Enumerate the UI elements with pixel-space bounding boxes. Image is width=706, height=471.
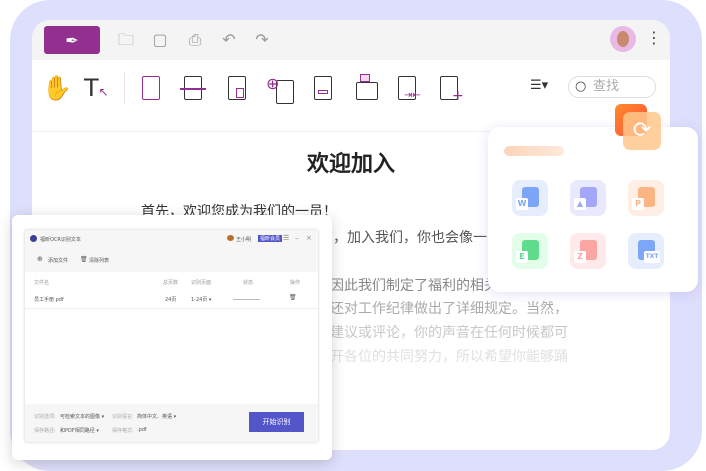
user-avatar[interactable]	[227, 235, 234, 241]
extract-page-icon[interactable]	[352, 74, 380, 104]
close-icon[interactable]: ×	[306, 234, 312, 242]
col-header: 操作	[290, 280, 301, 286]
word-icon[interactable]: W	[512, 180, 548, 216]
row-divider	[25, 308, 318, 309]
path-label: 保存路径:	[34, 428, 56, 434]
ocr-footer: 识别选项: 可检索文本的图像 ▾ 识别语言: 简体中文、英语 ▾ 保存路径: 和…	[25, 404, 318, 442]
search-input[interactable]: 查找	[568, 76, 656, 98]
format-value: .pdf	[137, 427, 147, 433]
convert-sync-icon[interactable]: ⟳	[623, 112, 661, 150]
option-label: 识别选项:	[34, 414, 56, 420]
save-icon[interactable]: ▢	[150, 30, 170, 50]
more-menu-icon[interactable]: ⋮	[646, 28, 662, 47]
txt-icon[interactable]: TXT	[628, 233, 664, 269]
app-logo[interactable]: ✒	[44, 26, 100, 54]
doc-line: ，加入我们，你也会像一	[333, 230, 487, 246]
add-page-icon[interactable]: +	[436, 74, 464, 104]
excel-icon[interactable]: E	[512, 233, 548, 269]
title-bar: ✒ 🗀 ▢ ⎙ ↶ ↷ ⋮	[32, 20, 670, 60]
col-header: 状态	[243, 280, 254, 286]
menu-icon[interactable]: ☰	[283, 234, 289, 242]
clipboard-page-icon[interactable]	[224, 74, 252, 104]
split-page-icon[interactable]	[180, 74, 208, 104]
minimize-icon[interactable]: –	[295, 234, 299, 242]
doc-line: 开各位的共同努力，所以希望你能够踊	[330, 349, 568, 365]
col-header: 识别页面	[191, 280, 212, 286]
redo-icon[interactable]: ↷	[252, 30, 272, 50]
col-header: 文件名	[34, 280, 50, 286]
print-icon[interactable]: ⎙	[185, 30, 205, 50]
ppt-icon[interactable]: P	[628, 180, 664, 216]
path-select[interactable]: 和PDF相同路径 ▾	[60, 427, 99, 434]
add-file-icon[interactable]: ⊕	[37, 255, 43, 263]
status-bar	[233, 299, 260, 300]
toolbar-divider	[124, 72, 125, 104]
clear-list-button[interactable]: 清除列表	[89, 257, 109, 264]
convert-panel: W ▲ P E Z TXT	[488, 127, 698, 292]
delete-icon[interactable]: 🗑	[289, 294, 297, 301]
option-select[interactable]: 可检索文本的图像 ▾	[60, 413, 104, 420]
lang-select[interactable]: 简体中文、英语 ▾	[137, 413, 176, 420]
ocr-title: 福昕OCR识别文本	[40, 237, 81, 243]
ocr-logo-icon	[30, 235, 37, 242]
pages-icon[interactable]	[138, 74, 166, 104]
undo-icon[interactable]: ↶	[219, 30, 239, 50]
pdf-icon[interactable]: Z	[570, 233, 606, 269]
panel-header-bar	[504, 146, 564, 156]
doc-line: 建议或评论，你的声音在任何时候都可	[330, 325, 568, 341]
user-name[interactable]: 王小明	[236, 236, 251, 243]
open-folder-icon[interactable]: 🗀	[116, 30, 136, 50]
doc-line: 因此我们制定了福利的相关	[330, 278, 498, 294]
file-name: 员工手册.pdf	[34, 297, 64, 303]
trash-icon[interactable]: 🗑	[80, 256, 88, 263]
ocr-header: 福昕OCR识别文本 王小明 福昕会员 ☰ – × ⊕ 添加文件 🗑 清除列表	[25, 230, 318, 272]
web-page-icon[interactable]: ⊕	[266, 74, 294, 104]
ocr-window: 福昕OCR识别文本 王小明 福昕会员 ☰ – × ⊕ 添加文件 🗑 清除列表 文…	[25, 230, 318, 442]
add-file-button[interactable]: 添加文件	[48, 257, 68, 264]
member-badge[interactable]: 福昕会员	[258, 235, 283, 242]
lang-label: 识别语言:	[112, 414, 134, 420]
page-range-select[interactable]: 1-24页 ▾	[191, 296, 211, 303]
doc-line: 还对工作纪律做出了详细规定。当然，	[330, 301, 568, 317]
toolbar: ✋ T↖ ⊕ ⇥⇤ + ☰▾ 查找	[32, 60, 670, 132]
view-mode-dropdown[interactable]: ☰▾	[530, 78, 548, 93]
hand-tool-icon[interactable]: ✋	[42, 74, 72, 104]
avatar[interactable]	[610, 26, 636, 52]
ocr-popup: 福昕OCR识别文本 王小明 福昕会员 ☰ – × ⊕ 添加文件 🗑 清除列表 文…	[12, 215, 332, 460]
select-text-icon[interactable]: T↖	[84, 74, 112, 104]
col-header: 总页数	[163, 280, 179, 286]
image-icon[interactable]: ▲	[570, 180, 606, 216]
format-label: 保存格式:	[112, 428, 134, 434]
file-pages: 24页	[165, 297, 177, 303]
merge-pages-icon[interactable]: ⇥⇤	[394, 74, 422, 104]
remove-page-icon[interactable]	[310, 74, 338, 104]
start-ocr-button[interactable]: 开始识别	[249, 412, 304, 432]
